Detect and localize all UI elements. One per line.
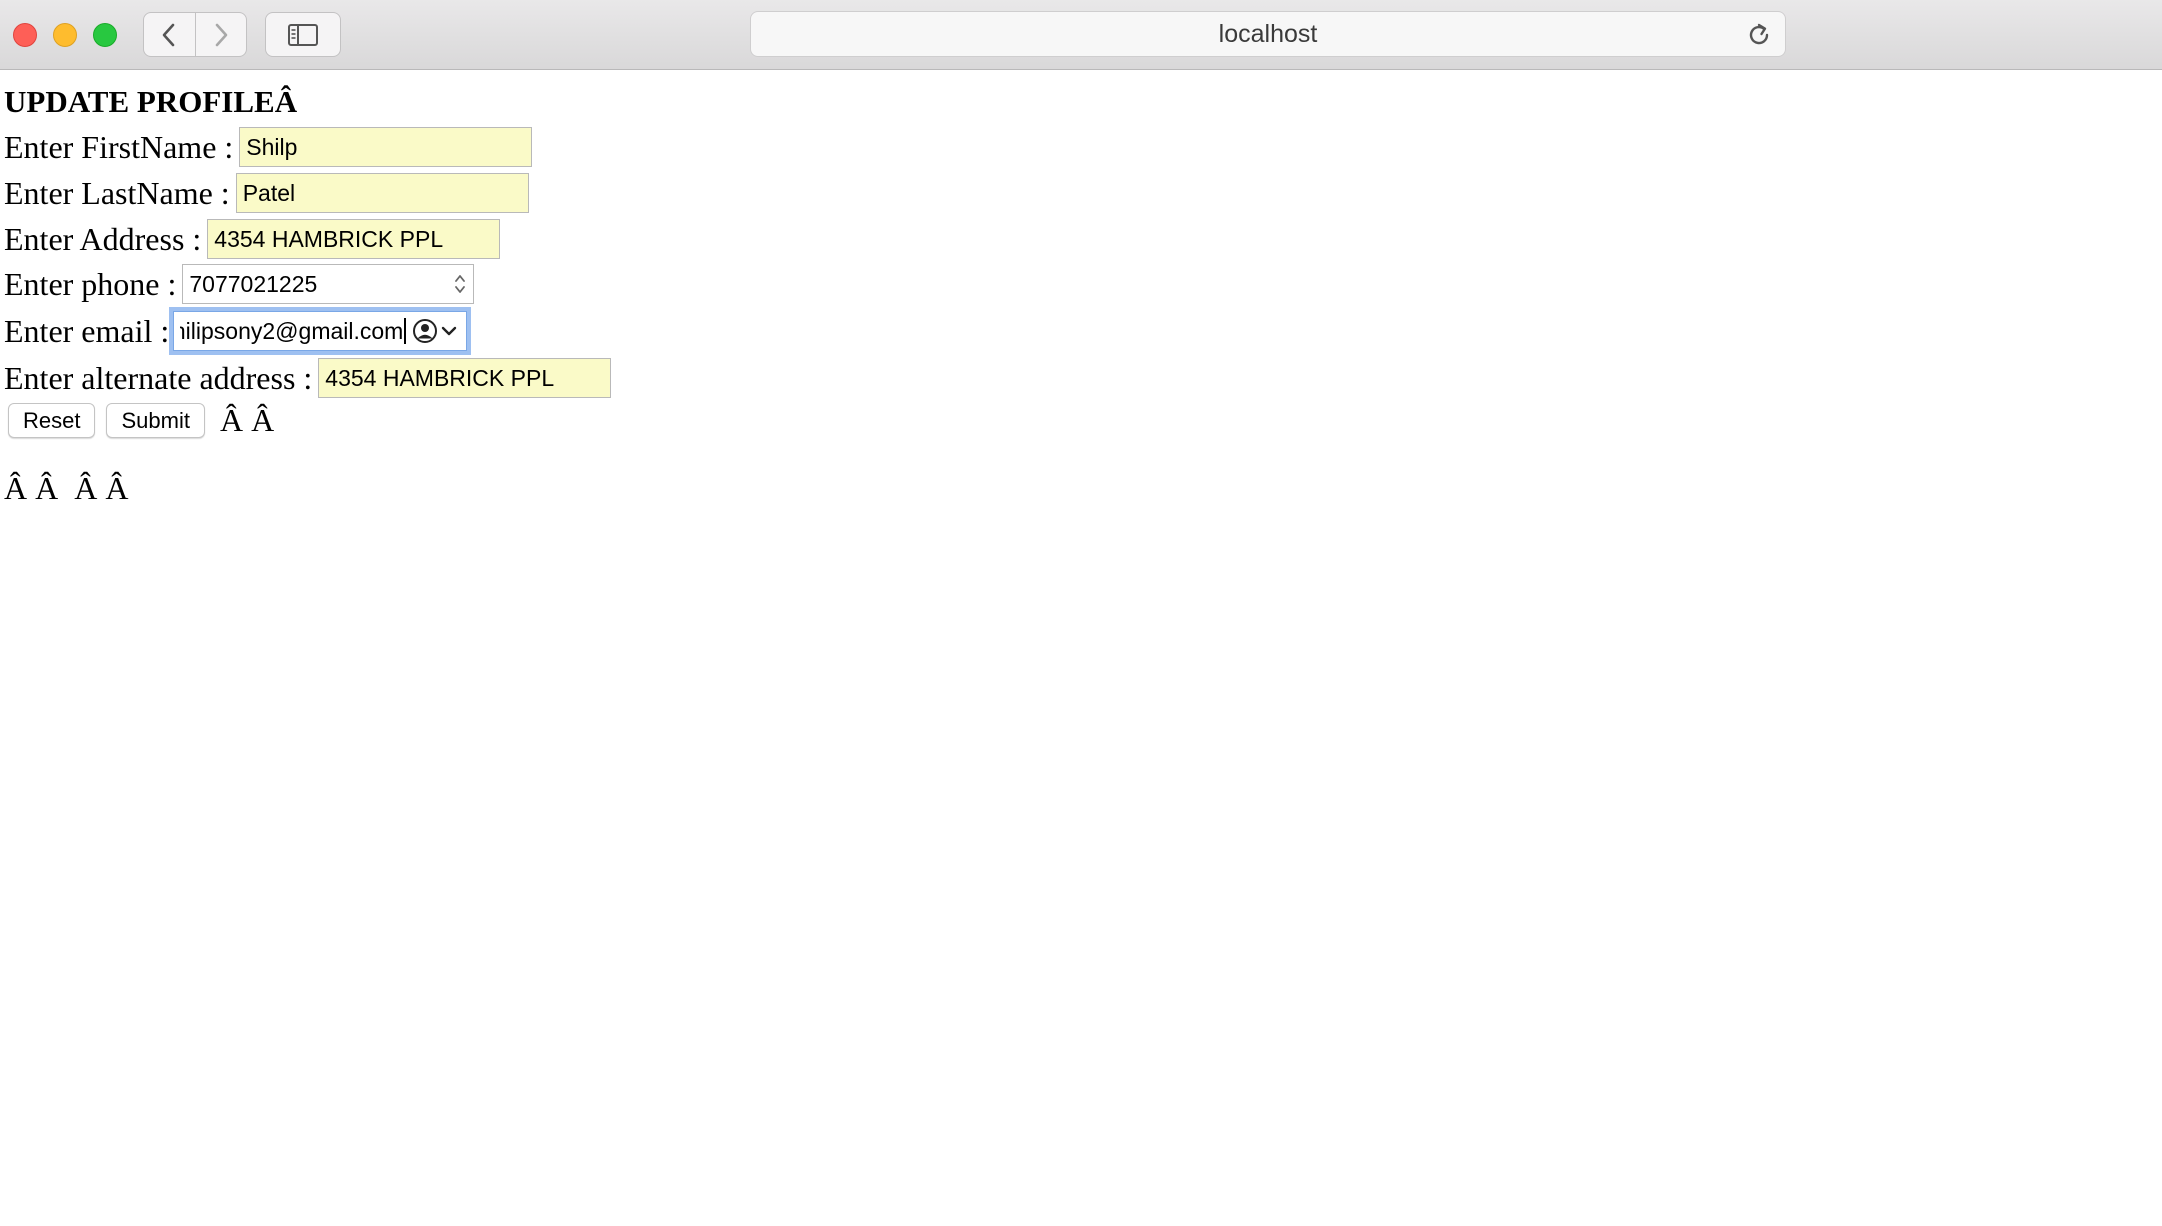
email-label: Enter email :: [4, 313, 170, 349]
email-value: shilipsony2@gmail.com: [180, 318, 403, 345]
text-caret: [404, 318, 407, 344]
trailing-text: Â Â: [219, 402, 275, 438]
phone-stepper[interactable]: [453, 272, 467, 296]
last-name-value: Patel: [242, 179, 296, 206]
first-name-label: Enter FirstName :: [4, 129, 234, 165]
close-window-button[interactable]: [13, 23, 37, 47]
submit-button[interactable]: Submit: [106, 403, 205, 438]
email-text: shilipsony2@gmail.com: [180, 317, 404, 344]
sidebar-icon: [288, 23, 318, 46]
address-field[interactable]: 4354 HAMBRICK PPL: [207, 219, 501, 259]
contact-autofill-icon: [413, 319, 457, 343]
email-row: Enter email : shilipsony2@gmail.com: [4, 309, 468, 353]
url-text: localhost: [1218, 19, 1318, 48]
phone-value: 7077021225: [189, 270, 318, 297]
stepper-arrows-icon[interactable]: [453, 272, 467, 296]
page-title: UPDATE PROFILEÂ: [4, 84, 298, 119]
phone-field[interactable]: 7077021225: [182, 264, 475, 304]
address-row: Enter Address : 4354 HAMBRICK PPL: [4, 217, 501, 261]
page-content: UPDATE PROFILEÂ Enter FirstName : Shilp …: [0, 71, 2162, 1226]
last-name-field[interactable]: Patel: [235, 173, 529, 213]
last-name-row: Enter LastName : Patel: [4, 171, 529, 215]
address-value: 4354 HAMBRICK PPL: [214, 225, 444, 252]
footer-text: Â Â Â Â: [4, 470, 129, 506]
alternate-address-field[interactable]: 4354 HAMBRICK PPL: [318, 358, 612, 398]
maximize-window-button[interactable]: [93, 23, 117, 47]
phone-label: Enter phone :: [4, 266, 177, 302]
email-field[interactable]: shilipsony2@gmail.com: [173, 311, 468, 351]
minimize-window-button[interactable]: [53, 23, 77, 47]
address-bar[interactable]: localhost: [750, 11, 1786, 57]
alternate-address-label: Enter alternate address :: [4, 360, 313, 396]
reload-icon[interactable]: [1745, 21, 1773, 49]
history-navigation: [143, 12, 247, 57]
sidebar-toggle-button[interactable]: [265, 12, 341, 57]
contact-autofill-button[interactable]: [412, 317, 460, 345]
first-name-row: Enter FirstName : Shilp: [4, 125, 533, 169]
back-button[interactable]: [144, 13, 195, 56]
address-label: Enter Address :: [4, 221, 202, 257]
last-name-label: Enter LastName :: [4, 175, 230, 211]
form-actions: Reset Submit Â Â: [8, 402, 274, 439]
browser-toolbar: localhost: [0, 0, 2162, 70]
first-name-value: Shilp: [246, 133, 298, 160]
forward-button[interactable]: [194, 13, 247, 56]
back-icon: [162, 23, 175, 46]
forward-icon: [215, 23, 228, 46]
phone-row: Enter phone : 7077021225: [4, 262, 475, 306]
reset-button[interactable]: Reset: [8, 403, 96, 438]
first-name-field[interactable]: Shilp: [239, 127, 533, 167]
alternate-address-value: 4354 HAMBRICK PPL: [325, 364, 555, 391]
alternate-address-row: Enter alternate address : 4354 HAMBRICK …: [4, 356, 612, 400]
